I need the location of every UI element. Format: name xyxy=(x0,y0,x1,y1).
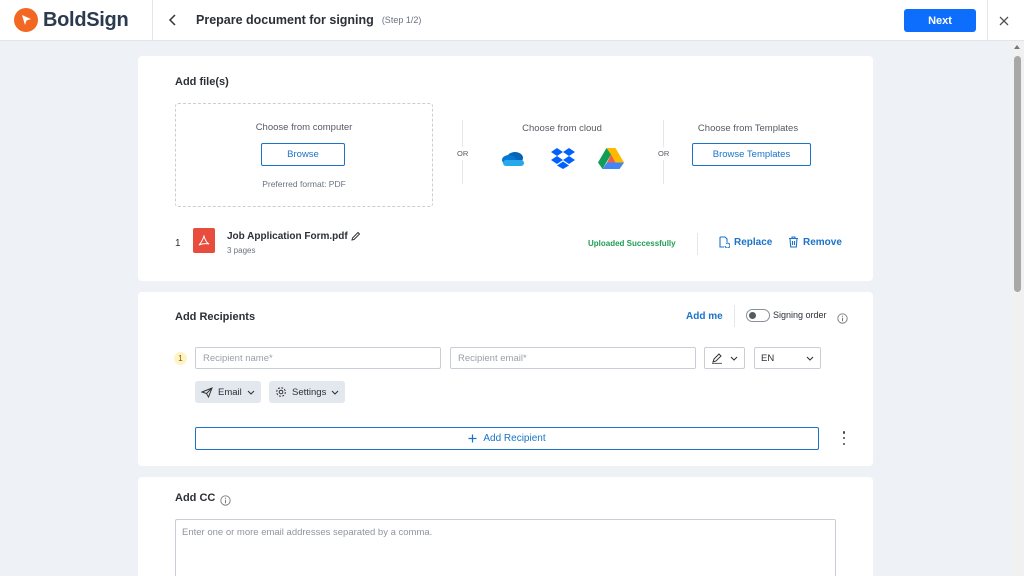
scroll-up-arrow[interactable] xyxy=(1014,45,1020,49)
boldsign-logo-icon xyxy=(14,8,38,32)
onedrive-icon[interactable] xyxy=(500,146,526,170)
add-recipients-card: Add Recipients Add me Signing order 1 EN… xyxy=(138,292,873,466)
replace-file-icon xyxy=(719,236,730,248)
choose-from-templates-label: Choose from Templates xyxy=(697,123,799,134)
step-indicator: (Step 1/2) xyxy=(381,15,422,25)
file-drop-zone[interactable]: Choose from computer Browse Preferred fo… xyxy=(175,103,433,207)
signer-role-select[interactable] xyxy=(704,347,745,369)
chevron-down-icon xyxy=(730,356,738,361)
scrollbar[interactable] xyxy=(1011,41,1024,576)
logo-text: BoldSign xyxy=(43,8,129,31)
cc-email-input[interactable] xyxy=(175,519,836,576)
choose-from-cloud-label: Choose from cloud xyxy=(522,123,602,134)
remove-label: Remove xyxy=(803,236,842,248)
add-recipients-title: Add Recipients xyxy=(175,311,256,323)
replace-label: Replace xyxy=(734,236,773,248)
header-divider xyxy=(987,0,988,41)
recipient-name-input[interactable] xyxy=(195,347,441,369)
add-me-button[interactable]: Add me xyxy=(686,311,723,322)
browse-button[interactable]: Browse xyxy=(261,143,345,166)
replace-button[interactable]: Replace xyxy=(718,236,772,248)
add-files-card: Add file(s) Choose from computer Browse … xyxy=(138,56,873,281)
signing-order-label: Signing order xyxy=(773,310,827,320)
chevron-down-icon xyxy=(331,390,339,395)
cc-info-icon[interactable] xyxy=(220,493,231,506)
page-title: Prepare document for signing xyxy=(196,13,374,27)
file-action-divider xyxy=(697,233,698,255)
browse-templates-button[interactable]: Browse Templates xyxy=(692,143,811,166)
back-button[interactable] xyxy=(165,12,181,28)
or-label-2: OR xyxy=(658,147,670,160)
signing-order-info-icon[interactable] xyxy=(837,311,848,324)
add-cc-card: Add CC xyxy=(138,477,873,576)
more-options-icon[interactable] xyxy=(841,431,847,445)
signing-order-toggle[interactable] xyxy=(746,309,770,322)
gear-icon xyxy=(276,387,286,397)
chevron-left-icon xyxy=(168,14,176,26)
preferred-format-note: Preferred format: PDF xyxy=(262,179,346,189)
signature-pen-icon xyxy=(712,353,722,364)
google-drive-icon[interactable] xyxy=(598,146,624,170)
trash-icon xyxy=(789,236,798,248)
dropbox-icon[interactable] xyxy=(550,146,576,170)
language-value: EN xyxy=(761,352,775,364)
chevron-down-icon xyxy=(806,356,814,361)
add-cc-title: Add CC xyxy=(175,492,216,504)
close-button[interactable] xyxy=(996,13,1011,28)
plus-icon xyxy=(468,434,477,443)
close-icon xyxy=(999,16,1008,25)
file-pages: 3 pages xyxy=(227,246,256,255)
recipients-header-divider xyxy=(734,305,735,327)
file-name: Job Application Form.pdf xyxy=(227,231,348,242)
language-select[interactable]: EN xyxy=(754,347,821,369)
toggle-knob xyxy=(749,312,756,319)
top-bar: BoldSign Prepare document for signing (S… xyxy=(0,0,1024,41)
delivery-mode-email-button[interactable]: Email xyxy=(195,381,261,403)
add-recipient-label: Add Recipient xyxy=(483,433,546,444)
add-files-title: Add file(s) xyxy=(175,76,229,88)
next-button[interactable]: Next xyxy=(904,9,976,32)
pdf-file-icon xyxy=(193,228,215,253)
choose-from-computer-label: Choose from computer xyxy=(255,122,353,133)
recipient-number: 1 xyxy=(174,352,187,365)
scroll-thumb[interactable] xyxy=(1014,56,1021,292)
send-icon xyxy=(201,386,213,398)
add-recipient-button[interactable]: Add Recipient xyxy=(195,427,819,450)
edit-filename-icon[interactable] xyxy=(350,229,361,241)
recipient-settings-button[interactable]: Settings xyxy=(269,381,346,403)
file-index: 1 xyxy=(175,238,181,249)
chevron-down-icon xyxy=(247,390,255,395)
or-label-1: OR xyxy=(457,147,469,160)
settings-label: Settings xyxy=(292,386,327,398)
recipient-email-input[interactable] xyxy=(450,347,696,369)
upload-status: Uploaded Successfully xyxy=(588,239,676,248)
remove-button[interactable]: Remove xyxy=(788,236,842,248)
logo: BoldSign xyxy=(0,0,153,41)
email-label: Email xyxy=(218,386,242,398)
